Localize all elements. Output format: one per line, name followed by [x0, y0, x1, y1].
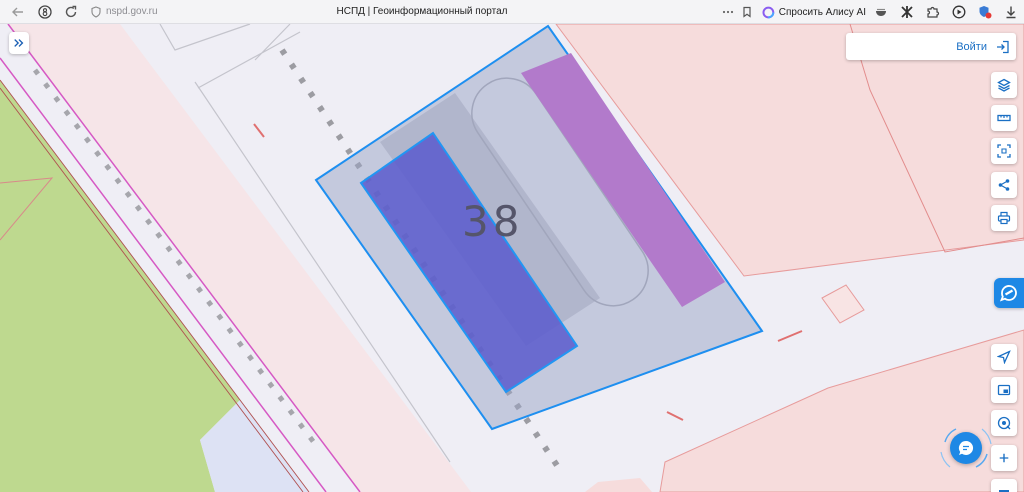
shield-extension-icon[interactable]	[977, 4, 993, 20]
expand-panel-icon	[14, 39, 24, 47]
alice-button[interactable]: Спросить Алису AI	[762, 3, 866, 21]
protect-icon[interactable]	[37, 4, 53, 20]
geolocation-icon	[997, 416, 1011, 430]
layers-icon	[997, 78, 1011, 92]
display-mode-icon	[997, 384, 1011, 396]
zoom-out-icon	[999, 489, 1009, 492]
zoom-in-icon	[999, 453, 1009, 463]
address-bar-url[interactable]: nspd.gov.ru	[106, 0, 158, 24]
downloads-icon[interactable]	[1003, 4, 1019, 20]
media-icon[interactable]	[951, 4, 967, 20]
chat-logo-icon	[999, 285, 1017, 302]
zoom-out-button[interactable]	[991, 479, 1017, 492]
chat-button[interactable]	[950, 432, 982, 464]
print-icon	[997, 211, 1011, 225]
alice-icon	[762, 6, 775, 18]
ruler-button[interactable]	[991, 105, 1017, 131]
expand-panel-button[interactable]	[9, 32, 29, 54]
chat-icon	[958, 440, 974, 455]
parcel-number: 38	[462, 197, 523, 246]
alice-label: Спросить Алису AI	[778, 6, 866, 18]
login-icon	[997, 40, 1009, 53]
navigate-button[interactable]	[991, 344, 1017, 370]
share-icon	[998, 179, 1010, 191]
select-area-icon	[997, 144, 1011, 158]
layers-button[interactable]	[991, 72, 1017, 98]
reload-icon[interactable]	[63, 4, 79, 20]
extensions-icon[interactable]	[925, 4, 941, 20]
browser-toolbar: nspd.gov.ru НСПД | Геоинформационный пор…	[0, 0, 1024, 24]
login-button[interactable]: Войти	[846, 33, 1016, 60]
more-icon[interactable]	[720, 4, 736, 20]
login-label: Войти	[956, 40, 987, 53]
ruler-icon	[997, 114, 1011, 122]
page-title: НСПД | Геоинформационный портал	[336, 6, 508, 17]
print-button[interactable]	[991, 205, 1017, 231]
select-area-button[interactable]	[991, 138, 1017, 164]
map-canvas[interactable]: 38	[0, 0, 1024, 492]
site-info-icon[interactable]	[88, 4, 104, 20]
side-widget-button[interactable]	[994, 278, 1024, 308]
display-mode-button[interactable]	[991, 377, 1017, 403]
share-button[interactable]	[991, 172, 1017, 198]
back-icon[interactable]	[10, 4, 26, 20]
bookmark-icon[interactable]	[739, 4, 755, 20]
navigate-icon	[997, 350, 1011, 364]
extension-bowl-icon[interactable]	[873, 4, 889, 20]
extension-cross-icon[interactable]	[899, 4, 915, 20]
